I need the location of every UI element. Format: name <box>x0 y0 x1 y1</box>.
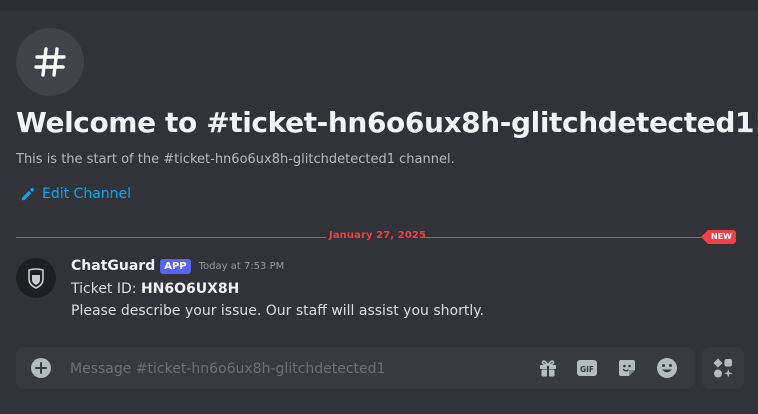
edit-channel-link[interactable]: Edit Channel <box>20 186 131 202</box>
hash-icon <box>34 47 66 77</box>
apps-icon[interactable] <box>702 347 744 389</box>
emoji-icon[interactable] <box>656 357 678 379</box>
message-header: ChatGuard APP Today at 7:53 PM <box>71 258 284 274</box>
message-timestamp: Today at 7:53 PM <box>198 260 285 272</box>
channel-hash-badge <box>16 28 84 96</box>
message-item[interactable]: ChatGuard APP Today at 7:53 PM Ticket ID… <box>16 258 736 324</box>
app-badge: APP <box>160 258 191 274</box>
divider-line-right <box>424 237 712 238</box>
edit-channel-label: Edit Channel <box>42 186 132 202</box>
divider-line-left <box>16 237 326 238</box>
pencil-icon <box>21 187 35 200</box>
shield-icon <box>28 268 44 289</box>
message-composer: GIF <box>16 347 694 389</box>
message-body: Please describe your issue. Our staff wi… <box>71 303 484 319</box>
author-name[interactable]: ChatGuard <box>71 258 155 274</box>
welcome-title: Welcome to #ticket-hn6o6ux8h-glitchdetec… <box>16 106 758 139</box>
welcome-subtitle: This is the start of the #ticket-hn6o6ux… <box>16 152 455 167</box>
plus-circle-icon[interactable] <box>31 358 51 378</box>
top-strip <box>0 0 758 10</box>
gift-icon[interactable] <box>537 357 559 379</box>
gif-icon[interactable]: GIF <box>576 357 598 379</box>
avatar[interactable] <box>16 258 56 298</box>
new-badge: NEW <box>701 230 736 244</box>
ticket-id-line: Ticket ID: HN6O6UX8H <box>71 281 239 297</box>
ticket-id-prefix: Ticket ID: <box>71 281 141 297</box>
divider-date: January 27, 2025 <box>329 230 427 241</box>
sticker-icon[interactable] <box>616 357 638 379</box>
svg-text:GIF: GIF <box>580 365 594 374</box>
ticket-id-value: HN6O6UX8H <box>140 281 240 297</box>
message-input[interactable] <box>68 357 492 381</box>
